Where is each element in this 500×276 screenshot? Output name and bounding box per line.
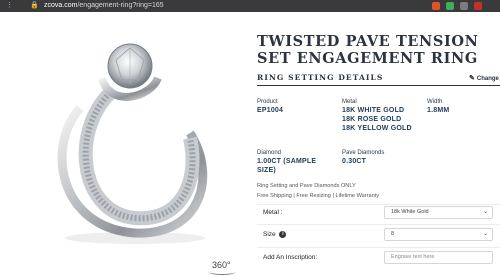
spec-label: Metal [342,99,357,105]
size-select[interactable]: 8 ⌄ [384,228,493,241]
divider [257,247,500,248]
inscription-label: Add An Inscription: [263,254,318,261]
divider [257,224,500,225]
spec-value: 1.00CT (SAMPLE SIZE) [257,158,317,174]
spec-value: 18K YELLOW GOLD [342,125,412,132]
note-setting-only: Ring Setting and Pave Diamonds ONLY [257,183,356,189]
spec-label: Width [427,99,443,105]
extension-icon[interactable] [460,2,468,10]
size-label-text: Size [263,231,276,239]
info-icon[interactable]: i [279,231,287,238]
rotate-360-icon[interactable]: 360° [209,260,235,275]
spec-pave: Pave Diamonds 0.30CT [342,149,384,166]
product-details-panel: TWISTED PAVE TENSION SET ENGAGEMENT RING… [243,12,500,276]
spec-product: Product EP1004 [257,98,283,115]
change-button[interactable]: ✎ Change [469,74,499,82]
spec-label: Diamond [257,150,282,156]
spec-diamond: Diamond 1.00CT (SAMPLE SIZE) [257,149,337,175]
size-select-value: 8 [391,231,395,237]
chevron-down-icon: ⌄ [482,231,488,237]
spec-value: EP1004 [257,107,284,114]
metal-option-label: Metal : [263,209,283,216]
spec-value: 1.8MM [427,107,450,114]
metal-select[interactable]: 18k White Gold ⌄ [384,206,493,219]
address-bar[interactable]: zcova.com/engagement-ring?ring=165 [44,1,164,11]
extension-icon[interactable] [474,2,482,10]
chevron-down-icon: ⌄ [482,209,488,215]
spec-width: Width 1.8MM [427,98,449,115]
spec-label: Product [257,99,278,105]
spec-value: 0.30CT [342,158,367,165]
ring-product-image [57,43,208,244]
inscription-input[interactable]: Engrave text here [384,251,493,264]
browser-toolbar: ⋮ 🔒 zcova.com/engagement-ring?ring=165 [0,0,500,12]
page-title: TWISTED PAVE TENSION SET ENGAGEMENT RING [257,33,479,67]
size-option-label: Size i [263,231,287,239]
extension-icon[interactable] [446,2,454,10]
brave-icon[interactable] [432,2,440,10]
lock-icon[interactable]: 🔒 [30,2,39,9]
spec-metal: Metal 18K WHITE GOLD 18K ROSE GOLD 18K Y… [342,98,412,133]
spec-value: 18K ROSE GOLD [342,116,402,123]
spec-value: 18K WHITE GOLD [342,107,405,114]
metal-select-value: 18k White Gold [391,209,429,215]
pencil-icon: ✎ [469,75,475,82]
note-shipping: Free Shipping | Free Resizing | Lifetime… [257,193,380,199]
inscription-placeholder: Engrave text here [391,254,435,260]
change-label: Change [476,76,499,82]
url-host: zcova.com [44,2,78,9]
section-divider [257,85,500,86]
divider [257,204,500,205]
spec-label: Pave Diamonds [342,150,385,156]
menu-dots-icon[interactable]: ⋮ [6,2,13,9]
section-title: RING SETTING DETAILS [257,73,384,82]
product-image-viewer[interactable]: 360° [0,12,243,276]
url-path: /engagement-ring?ring=165 [77,2,164,9]
